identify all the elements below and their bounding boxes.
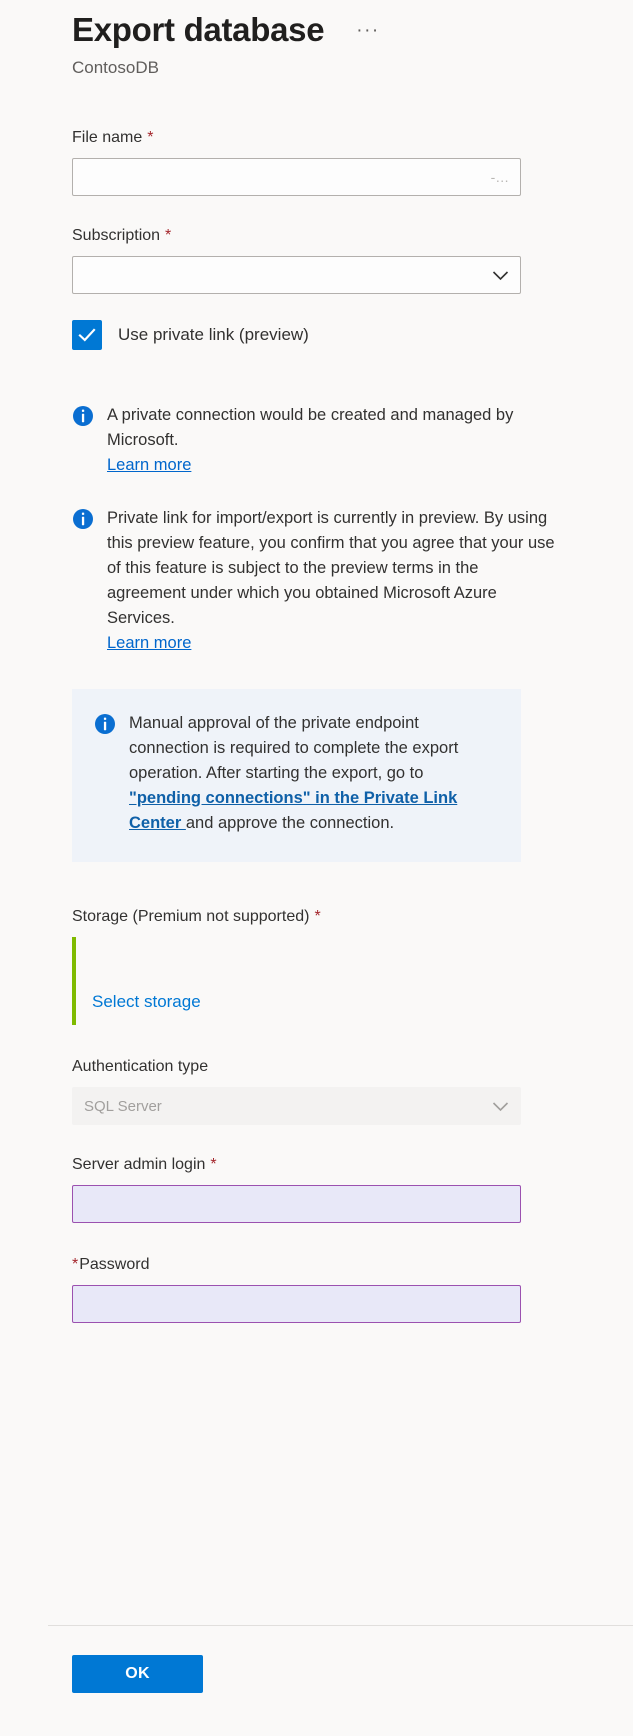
authentication-type-label: Authentication type [72, 1056, 561, 1078]
file-name-suffix: -... [490, 169, 509, 185]
storage-label: Storage (Premium not supported) * [72, 906, 561, 928]
database-name-subtitle: ContosoDB [72, 58, 159, 77]
title-row: Export database ··· [72, 10, 633, 50]
info-private-connection-body: A private connection would be created an… [107, 403, 561, 478]
manual-approval-text-after: and approve the connection. [185, 814, 395, 832]
file-name-field-group: File name * -... [72, 127, 561, 196]
info-manual-approval-body: Manual approval of the private endpoint … [129, 711, 497, 836]
info-private-connection-text: A private connection would be created an… [107, 406, 514, 449]
required-asterisk: * [165, 227, 172, 244]
info-preview-terms-text: Private link for import/export is curren… [107, 509, 555, 627]
export-database-blade: Export database ··· ContosoDB File name … [0, 0, 633, 1736]
subscription-dropdown[interactable] [72, 256, 521, 294]
info-icon [73, 406, 93, 426]
file-name-input[interactable]: -... [72, 158, 521, 196]
server-admin-login-label-text: Server admin login [72, 1156, 206, 1173]
info-preview-terms-body: Private link for import/export is curren… [107, 506, 561, 656]
file-name-label: File name * [72, 127, 561, 149]
info-private-connection: A private connection would be created an… [72, 403, 561, 478]
required-asterisk: * [147, 129, 154, 146]
required-asterisk: * [210, 1156, 217, 1173]
file-name-label-text: File name [72, 129, 143, 146]
learn-more-link[interactable]: Learn more [107, 631, 191, 656]
blade-header: Export database ··· ContosoDB [0, 0, 633, 79]
authentication-type-label-text: Authentication type [72, 1058, 209, 1075]
info-preview-terms: Private link for import/export is curren… [72, 506, 561, 656]
authentication-type-value: SQL Server [84, 1097, 162, 1115]
chevron-down-icon [492, 1101, 509, 1111]
export-form: File name * -... Subscription * Use priv… [0, 127, 633, 1323]
footer-divider [48, 1625, 633, 1626]
use-private-link-label: Use private link (preview) [118, 325, 309, 344]
storage-field-group: Storage (Premium not supported) * Select… [72, 906, 561, 1025]
authentication-type-dropdown[interactable]: SQL Server [72, 1087, 521, 1125]
select-storage-link[interactable]: Select storage [92, 991, 521, 1013]
info-icon [73, 509, 93, 529]
password-input[interactable] [72, 1285, 521, 1323]
storage-label-text: Storage (Premium not supported) [72, 908, 310, 925]
info-manual-approval-box: Manual approval of the private endpoint … [72, 689, 521, 862]
password-label: * Password [72, 1254, 561, 1276]
checkbox-box [72, 320, 102, 350]
server-admin-login-input[interactable] [72, 1185, 521, 1223]
required-asterisk: * [314, 908, 321, 925]
subscription-field-group: Subscription * [72, 225, 561, 294]
password-field-group: * Password [72, 1254, 561, 1323]
authentication-type-field-group: Authentication type SQL Server [72, 1056, 561, 1125]
password-label-text: Password [79, 1256, 150, 1273]
chevron-down-icon [492, 270, 509, 280]
subscription-label: Subscription * [72, 225, 561, 247]
more-options-icon[interactable]: ··· [356, 21, 379, 40]
info-icon [95, 714, 115, 734]
manual-approval-text-before: Manual approval of the private endpoint … [129, 714, 459, 782]
ok-button[interactable]: OK [72, 1655, 203, 1693]
use-private-link-checkbox[interactable]: Use private link (preview) [72, 320, 561, 350]
required-asterisk: * [72, 1256, 79, 1273]
server-admin-login-label: Server admin login * [72, 1154, 561, 1176]
subscription-label-text: Subscription [72, 227, 161, 244]
storage-picker: Select storage [72, 937, 521, 1025]
learn-more-link[interactable]: Learn more [107, 453, 191, 478]
page-title: Export database [72, 11, 325, 48]
checkmark-icon [78, 328, 96, 342]
server-admin-login-field-group: Server admin login * [72, 1154, 561, 1223]
